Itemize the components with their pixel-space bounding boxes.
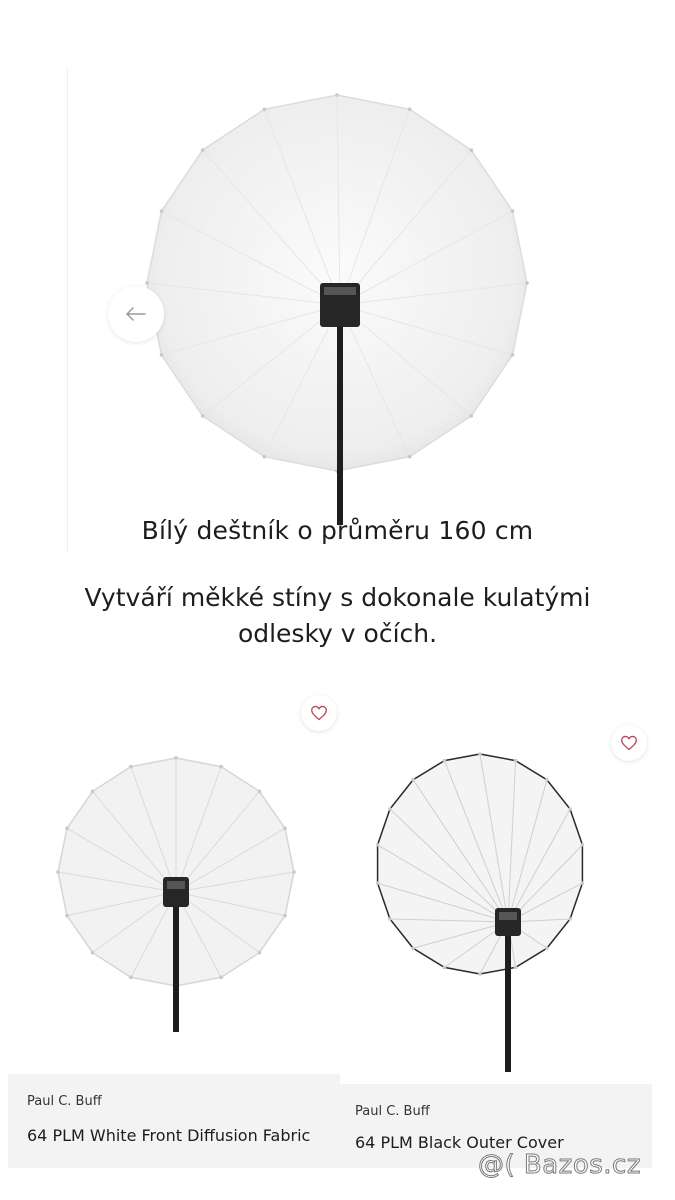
umbrella-photo	[145, 93, 529, 525]
product-name[interactable]: 64 PLM White Front Diffusion Fabric	[27, 1126, 310, 1145]
favorite-button[interactable]	[301, 695, 337, 731]
product-info: Paul C. Buff 64 PLM White Front Diffusio…	[8, 1074, 340, 1168]
watermark-logo: @( Bazos.cz	[478, 1150, 642, 1181]
product-image	[375, 752, 585, 1072]
product-image	[56, 756, 296, 1032]
heart-outline-icon	[311, 705, 327, 721]
hero-section: Bílý deštník o průměru 160 cm Vytváří mě…	[0, 0, 675, 648]
product-brand: Paul C. Buff	[355, 1104, 430, 1119]
arrow-left-icon	[126, 307, 146, 321]
hero-description: Vytváří měkké stíny s dokonale kulatými …	[84, 583, 591, 648]
previous-image-button[interactable]	[108, 286, 164, 342]
heart-outline-icon	[621, 735, 637, 751]
product-brand: Paul C. Buff	[27, 1094, 102, 1109]
favorite-button[interactable]	[611, 725, 647, 761]
hero-title: Bílý deštník o průměru 160 cm	[141, 516, 534, 545]
product-card[interactable]: Paul C. Buff 64 PLM White Front Diffusio…	[8, 682, 340, 1168]
product-card[interactable]: Paul C. Buff 64 PLM Black Outer Cover	[340, 712, 652, 1168]
